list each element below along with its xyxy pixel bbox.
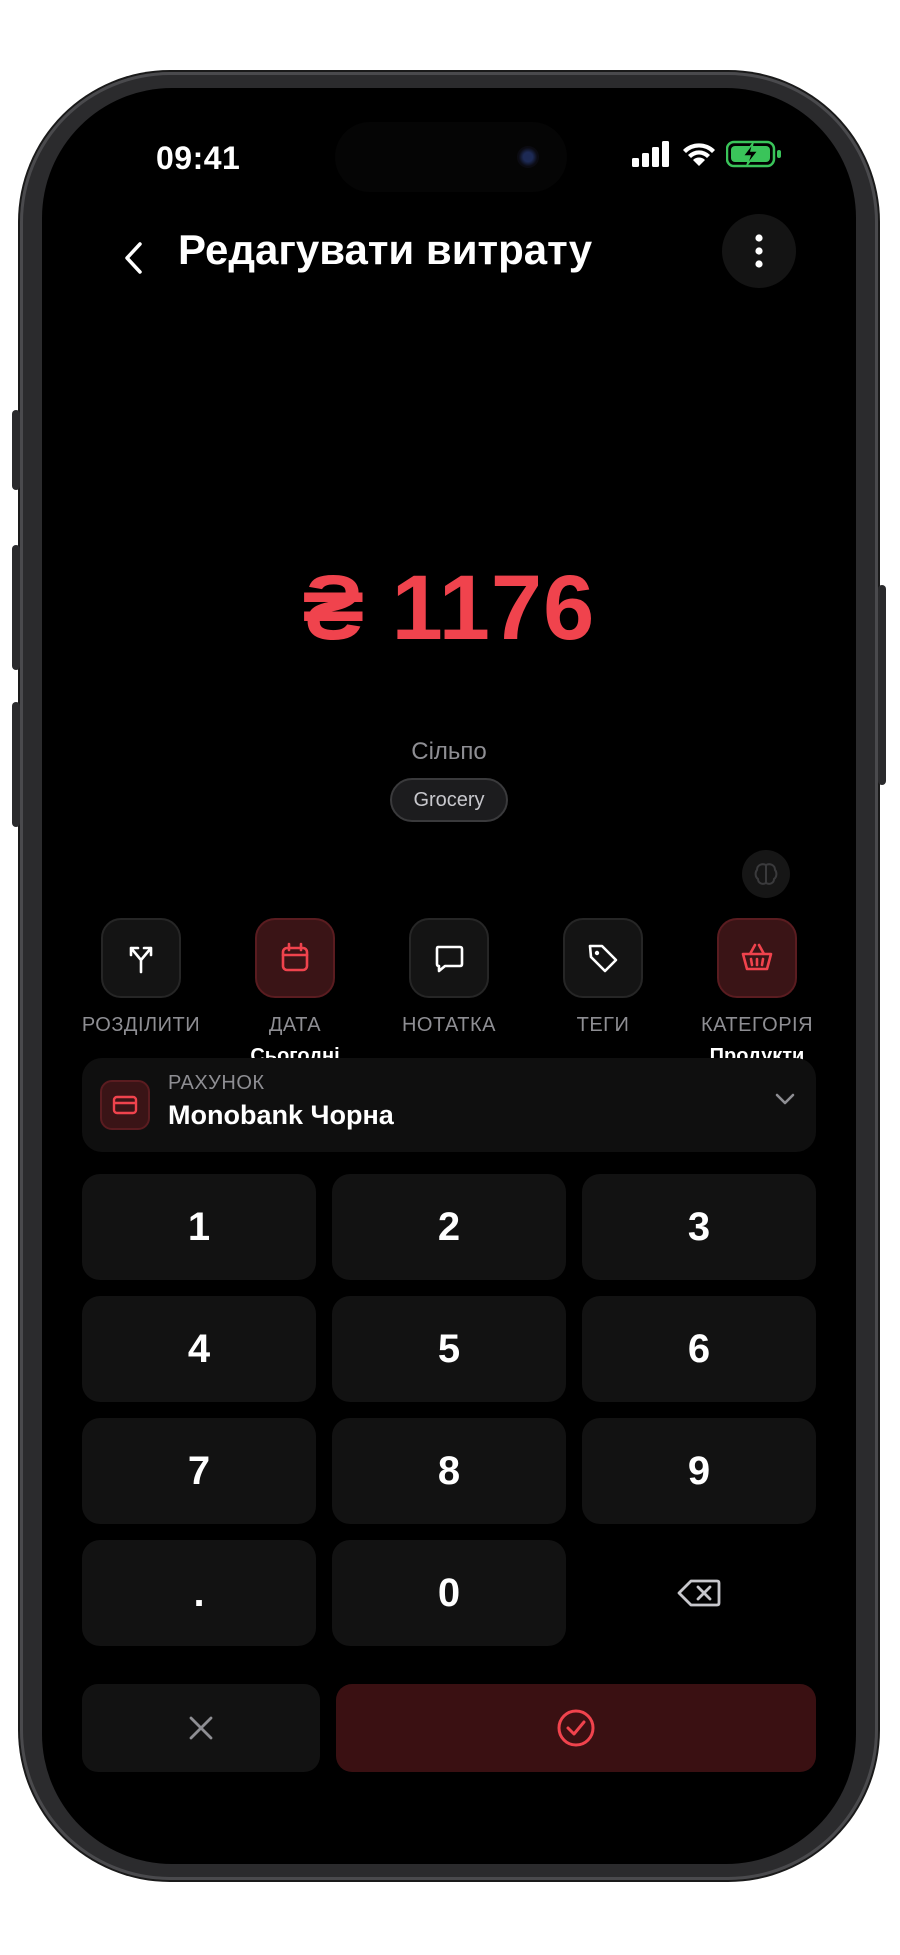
back-button[interactable] <box>104 228 164 288</box>
brain-icon <box>754 863 778 885</box>
backspace-button[interactable] <box>582 1540 816 1646</box>
status-icons <box>632 140 782 168</box>
dynamic-island <box>335 122 567 192</box>
battery-charging-icon <box>726 140 781 168</box>
power-button <box>878 585 886 785</box>
ai-assist-button[interactable] <box>742 850 790 898</box>
key-6[interactable]: 6 <box>582 1296 816 1402</box>
action-label: РОЗДІЛИТИ <box>81 1014 201 1036</box>
key-1[interactable]: 1 <box>82 1174 316 1280</box>
action-label: ТЕГИ <box>576 1014 630 1036</box>
calendar-icon <box>281 942 309 972</box>
tag-icon <box>588 944 618 973</box>
camera-icon <box>517 146 539 168</box>
merchant-name: Сільпо <box>411 738 487 765</box>
action-button <box>12 410 20 490</box>
account-label: РАХУНОК <box>168 1072 265 1094</box>
action-label: КАТЕГОРІЯ <box>700 1014 814 1036</box>
key-3[interactable]: 3 <box>582 1174 816 1280</box>
key-4[interactable]: 4 <box>82 1296 316 1402</box>
chevron-left-icon <box>125 242 142 274</box>
volume-down-button <box>12 702 20 827</box>
more-options-button[interactable] <box>722 214 796 288</box>
bottom-actions <box>82 1684 816 1772</box>
page-title: Редагувати витрату <box>178 226 593 273</box>
confirm-button[interactable] <box>336 1684 816 1772</box>
category-chip[interactable]: Grocery <box>390 778 508 822</box>
date-button[interactable] <box>255 918 335 998</box>
split-icon <box>129 946 153 974</box>
action-note[interactable]: НОТАТКА <box>374 918 524 1069</box>
action-label: НОТАТКА <box>401 1014 497 1036</box>
status-time: 09:41 <box>156 140 241 176</box>
currency-symbol: ₴ <box>302 557 366 659</box>
app-screen: 09:41 Редагувати витрату ₴ 1176 Сільпо G… <box>42 88 856 1864</box>
key-decimal[interactable]: . <box>82 1540 316 1646</box>
note-icon <box>435 945 464 973</box>
key-7[interactable]: 7 <box>82 1418 316 1524</box>
note-button[interactable] <box>409 918 489 998</box>
close-icon <box>189 1716 213 1740</box>
split-button[interactable] <box>101 918 181 998</box>
backspace-icon <box>677 1579 721 1607</box>
category-button[interactable] <box>717 918 797 998</box>
amount-display: ₴ 1176 <box>42 556 856 661</box>
wifi-icon <box>683 143 715 166</box>
action-date[interactable]: ДАТА Сьогодні <box>220 918 370 1069</box>
action-tags[interactable]: ТЕГИ <box>528 918 678 1069</box>
card-icon <box>100 1080 150 1130</box>
key-2[interactable]: 2 <box>332 1174 566 1280</box>
action-category[interactable]: КАТЕГОРІЯ Продукти <box>682 918 832 1069</box>
volume-up-button <box>12 545 20 670</box>
check-circle-icon <box>557 1709 595 1747</box>
more-vertical-icon <box>755 234 763 268</box>
account-selector[interactable]: РАХУНОК Monobank Чорна <box>82 1058 816 1152</box>
account-name: Monobank Чорна <box>168 1100 394 1130</box>
chevron-down-icon <box>775 1093 795 1105</box>
tags-button[interactable] <box>563 918 643 998</box>
key-5[interactable]: 5 <box>332 1296 566 1402</box>
action-bar: РОЗДІЛИТИ ДАТА Сьогодні НОТАТКА ТЕГИ КАТ… <box>66 918 832 1069</box>
numeric-keypad: 1 2 3 4 5 6 7 8 9 . 0 <box>82 1174 816 1646</box>
key-8[interactable]: 8 <box>332 1418 566 1524</box>
cellular-signal-icon <box>632 141 669 167</box>
amount-value: 1176 <box>391 557 596 659</box>
key-9[interactable]: 9 <box>582 1418 816 1524</box>
cancel-button[interactable] <box>82 1684 320 1772</box>
action-split[interactable]: РОЗДІЛИТИ <box>66 918 216 1069</box>
key-0[interactable]: 0 <box>332 1540 566 1646</box>
basket-icon <box>741 943 773 971</box>
action-label: ДАТА <box>268 1014 322 1036</box>
